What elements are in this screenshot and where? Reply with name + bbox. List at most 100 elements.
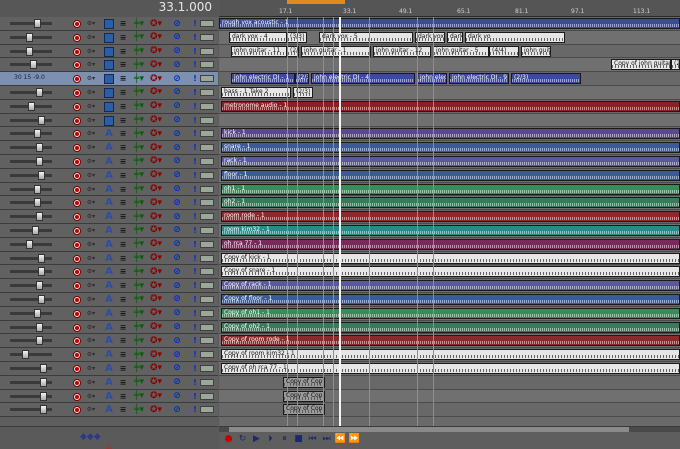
phase-icon[interactable]: !: [190, 254, 200, 264]
input-monitor-icon[interactable]: ╪▾: [134, 157, 144, 167]
input-monitor-icon[interactable]: ╪▾: [134, 405, 144, 415]
track-volume-readout[interactable]: 30 15 -9.0: [14, 74, 45, 81]
play-from-start-icon[interactable]: ⏵: [265, 433, 276, 444]
loop-region[interactable]: [287, 0, 345, 4]
record-arm-icon[interactable]: [72, 74, 82, 84]
timeline-area[interactable]: 17.1 33.1 49.1 65.1 81.1 97.1 113.1 rough vox …: [219, 0, 680, 426]
automation-icon[interactable]: A: [104, 294, 114, 305]
input-monitor-icon[interactable]: ╪▾: [134, 47, 144, 57]
track-lane-17[interactable]: oh rca 77 - 1: [219, 237, 680, 252]
track-lane-15[interactable]: room rode - 1: [219, 210, 680, 224]
automation-icon[interactable]: [104, 74, 114, 85]
routing-icon[interactable]: ≡: [118, 281, 128, 291]
volume-fader-knob[interactable]: [36, 336, 43, 346]
phase-icon[interactable]: !: [190, 405, 200, 415]
audio-clip[interactable]: john electric DI - 9: [449, 73, 509, 85]
volume-fader-knob[interactable]: [30, 60, 37, 70]
fx-icon[interactable]: ⚙▾: [86, 74, 96, 84]
track-lane-6[interactable]: bass - 1 Take 2 (2/3): [219, 85, 680, 100]
audio-clip[interactable]: kick - 1: [221, 128, 680, 140]
automation-icon[interactable]: A: [104, 212, 114, 222]
track-header-2[interactable]: ⚙▾ ≡ ╪▾ ✪▾ ⊘!: [0, 30, 218, 45]
input-monitor-icon[interactable]: ╪▾: [134, 295, 144, 305]
volume-fader-track[interactable]: [10, 353, 52, 357]
volume-fader-knob[interactable]: [38, 267, 45, 277]
phase-icon[interactable]: !: [190, 226, 200, 236]
record-arm-icon[interactable]: [72, 19, 82, 29]
volume-fader-knob[interactable]: [34, 129, 41, 139]
record-arm-icon[interactable]: [72, 60, 82, 70]
routing-icon[interactable]: ≡: [118, 212, 128, 222]
settings-gear-icon[interactable]: ✪▾: [150, 350, 162, 360]
phase-icon[interactable]: !: [190, 295, 200, 305]
volume-fader-knob[interactable]: [34, 19, 41, 28]
track-header-24[interactable]: ⚙▾ A ≡ ╪▾ ✪▾ ⊘!: [0, 334, 218, 349]
audio-clip[interactable]: john guitar - 7: [521, 45, 551, 57]
track-lane-27[interactable]: Copy of Cop: [219, 375, 680, 390]
audio-clip[interactable]: john guitar - 12: [373, 45, 431, 57]
scrollbar-thumb[interactable]: [229, 427, 629, 432]
volume-fader-track[interactable]: [10, 187, 52, 191]
volume-fader-knob[interactable]: [28, 101, 35, 111]
input-monitor-icon[interactable]: ╪▾: [134, 350, 144, 360]
routing-icon[interactable]: ≡: [118, 378, 128, 388]
audio-clip[interactable]: oh1 - 1: [221, 183, 680, 195]
phase-icon[interactable]: !: [190, 116, 200, 126]
track-header-4[interactable]: ⚙▾ ≡ ╪▾ ✪▾ ⊘!: [0, 58, 218, 73]
automation-icon[interactable]: A: [104, 239, 114, 250]
volume-fader-track[interactable]: [10, 325, 52, 329]
phase-icon[interactable]: !: [190, 185, 200, 195]
input-monitor-icon[interactable]: ╪▾: [134, 116, 144, 126]
track-header-25[interactable]: ⚙▾ A ≡ ╪▾ ✪▾ ⊘!: [0, 348, 218, 362]
audio-clip[interactable]: dark vox - 14: [415, 31, 445, 43]
routing-icon[interactable]: ≡: [118, 323, 128, 333]
volume-fader-knob[interactable]: [36, 281, 43, 291]
input-monitor-icon[interactable]: ╪▾: [134, 281, 144, 291]
fx-icon[interactable]: ⚙▾: [86, 33, 96, 43]
input-monitor-icon[interactable]: ╪▾: [134, 19, 144, 29]
automation-icon[interactable]: A: [104, 308, 114, 319]
volume-fader-knob[interactable]: [38, 294, 45, 304]
automation-icon[interactable]: A: [104, 143, 114, 153]
settings-gear-icon[interactable]: ✪▾: [150, 88, 162, 98]
phase-icon[interactable]: !: [190, 88, 200, 98]
record-arm-icon[interactable]: [72, 350, 82, 360]
audio-clip[interactable]: oh rca 77 - 1: [221, 238, 680, 250]
mute-icon[interactable]: ⊘: [172, 295, 182, 305]
audio-clip[interactable]: (2/3): [511, 73, 581, 85]
record-arm-icon[interactable]: [72, 336, 82, 346]
audio-clip[interactable]: snare - 1: [221, 142, 680, 154]
settings-gear-icon[interactable]: ✪▾: [150, 198, 162, 208]
phase-icon[interactable]: !: [190, 74, 200, 84]
input-monitor-icon[interactable]: ╪▾: [134, 226, 144, 236]
volume-fader-knob[interactable]: [26, 239, 33, 249]
phase-icon[interactable]: !: [190, 378, 200, 388]
track-lane-11[interactable]: rack - 1: [219, 154, 680, 169]
fx-icon[interactable]: ⚙▾: [86, 336, 96, 346]
record-arm-icon[interactable]: [72, 364, 82, 374]
record-arm-icon[interactable]: [72, 102, 82, 112]
volume-fader-knob[interactable]: [36, 156, 43, 166]
fx-icon[interactable]: ⚙▾: [86, 309, 96, 319]
mute-icon[interactable]: ⊘: [172, 378, 182, 388]
phase-icon[interactable]: !: [190, 143, 200, 153]
phase-icon[interactable]: !: [190, 129, 200, 139]
settings-gear-icon[interactable]: ✪▾: [150, 364, 162, 374]
phase-icon[interactable]: !: [190, 102, 200, 112]
volume-fader-knob[interactable]: [40, 405, 47, 415]
track-lane-28[interactable]: Copy of Cop: [219, 389, 680, 404]
input-monitor-icon[interactable]: ╪▾: [134, 392, 144, 402]
routing-icon[interactable]: ≡: [118, 129, 128, 139]
record-icon[interactable]: ●: [223, 433, 234, 444]
record-arm-icon[interactable]: [72, 254, 82, 264]
routing-icon[interactable]: ≡: [118, 240, 128, 250]
record-arm-icon[interactable]: [72, 116, 82, 126]
record-arm-icon[interactable]: [72, 323, 82, 333]
track-header-8[interactable]: ⚙▾ ≡ ╪▾ ✪▾ ⊘!: [0, 113, 218, 128]
volume-fader-track[interactable]: [10, 311, 52, 315]
settings-gear-icon[interactable]: ✪▾: [150, 392, 162, 402]
fx-icon[interactable]: ⚙▾: [86, 88, 96, 98]
phase-icon[interactable]: !: [190, 157, 200, 167]
fx-icon[interactable]: ⚙▾: [86, 267, 96, 277]
volume-fader-track[interactable]: [10, 339, 52, 343]
